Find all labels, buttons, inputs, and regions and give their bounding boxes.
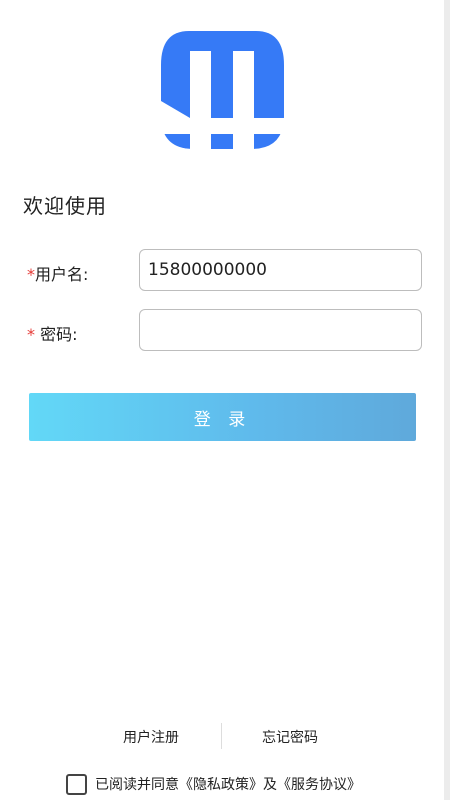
right-edge-strip [444, 0, 450, 800]
app-logo-icon [161, 31, 284, 149]
agreement-text: 已阅读并同意《隐私政策》及《服务协议》 [95, 774, 361, 794]
required-mark: * [27, 265, 35, 284]
username-label-text: 用户名: [35, 265, 89, 284]
required-mark: * [27, 325, 35, 344]
login-button[interactable]: 登 录 [29, 393, 416, 441]
link-divider [221, 723, 222, 749]
agreement-checkbox[interactable] [66, 773, 87, 795]
agreement-row: 已阅读并同意《隐私政策》及《服务协议》 [66, 772, 361, 796]
forgot-password-link[interactable]: 忘记密码 [262, 727, 318, 747]
welcome-title: 欢迎使用 [23, 194, 107, 218]
username-label: *用户名: [27, 261, 88, 285]
service-agreement-link[interactable]: 《服务协议》 [277, 777, 361, 793]
username-input[interactable] [139, 249, 422, 291]
password-input[interactable] [139, 309, 422, 351]
password-label: * 密码: [27, 321, 77, 345]
register-link[interactable]: 用户注册 [123, 727, 179, 747]
privacy-policy-link[interactable]: 《隐私政策》 [179, 777, 263, 793]
password-label-text: 密码: [35, 325, 78, 344]
agreement-prefix: 已阅读并同意 [95, 777, 179, 793]
agreement-and: 及 [263, 777, 277, 793]
bottom-links: 用户注册 忘记密码 [0, 723, 444, 749]
